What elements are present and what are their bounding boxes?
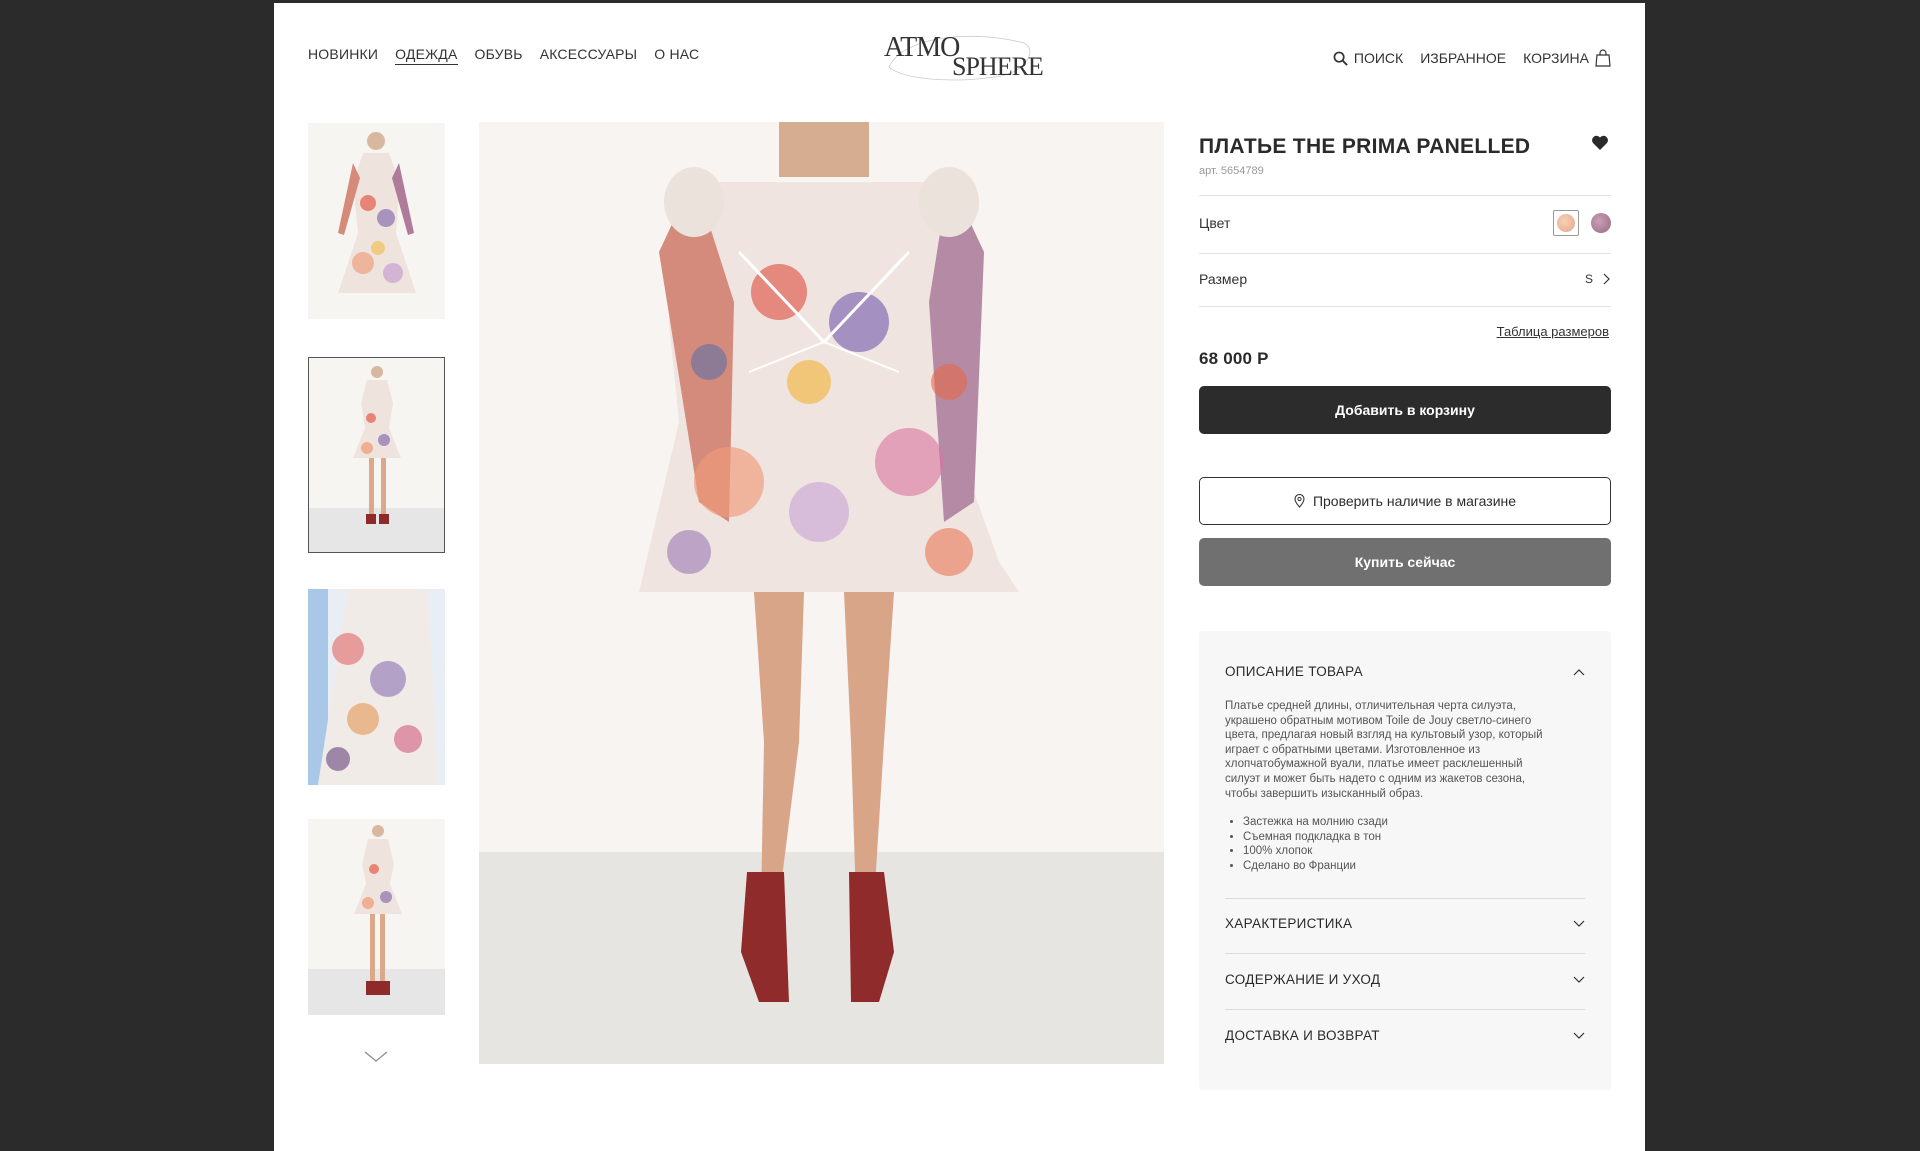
- description-line: Платье средней длины, отличительная черт…: [1225, 700, 1517, 712]
- description-line: играет с обратными цветами. Изготовленно…: [1225, 743, 1481, 756]
- product-page: НОВИНКИ ОДЕЖДА ОБУВЬ АКСЕССУАРЫ О НАС AT…: [274, 3, 1645, 1151]
- description-line: силуэт и может быть надето с одним из жа…: [1225, 772, 1526, 785]
- divider: [1199, 195, 1611, 196]
- product-main-image[interactable]: [479, 122, 1164, 1064]
- favorite-button[interactable]: [1591, 135, 1609, 156]
- main-nav: НОВИНКИ ОДЕЖДА ОБУВЬ АКСЕССУАРЫ О НАС: [308, 46, 699, 65]
- buy-now-button[interactable]: Купить сейчас: [1199, 538, 1611, 586]
- nav-item-accessories[interactable]: АКСЕССУАРЫ: [540, 46, 638, 65]
- description-line: хлопчатобумажной вуали, платье имеет рас…: [1225, 758, 1523, 771]
- bag-icon: [1595, 49, 1611, 67]
- search-label: ПОИСК: [1353, 50, 1404, 66]
- search-icon: [1333, 51, 1348, 66]
- check-store-label: Проверить наличие в магазине: [1312, 493, 1517, 509]
- accordion-description-title: ОПИСАНИЕ ТОВАРА: [1225, 664, 1363, 679]
- product-features: Застежка на молнию сзади Съемная подклад…: [1225, 815, 1603, 873]
- chevron-down-icon: [1573, 976, 1585, 983]
- heart-icon: [1592, 135, 1608, 150]
- feature-item: Сделано во Франции: [1243, 859, 1603, 874]
- svg-text:ATMO: ATMO: [884, 32, 960, 63]
- description-line: украшено обратным мотивом Toile de Jouy …: [1225, 714, 1532, 727]
- product-price: 68 000 Р: [1199, 349, 1269, 368]
- feature-item: Застежка на молнию сзади: [1243, 815, 1603, 830]
- description-line: чтобы завершить изысканный образ.: [1225, 787, 1424, 800]
- divider: [1225, 1009, 1585, 1010]
- accordion-specs-title: ХАРАКТЕРИСТИКА: [1225, 916, 1353, 931]
- brand-logo[interactable]: ATMO SPHERE: [874, 25, 1044, 85]
- chevron-down-icon: [1573, 920, 1585, 927]
- map-pin-icon: [1294, 494, 1305, 508]
- chevron-down-icon: [364, 1051, 388, 1062]
- accordion-specs-header[interactable]: ХАРАКТЕРИСТИКА: [1225, 916, 1585, 931]
- size-selector[interactable]: Размер S: [1199, 264, 1611, 294]
- add-to-cart-button[interactable]: Добавить в корзину: [1199, 386, 1611, 434]
- product-sku: арт. 5654789: [1199, 165, 1264, 177]
- thumbnails-scroll-down[interactable]: [364, 1050, 388, 1068]
- product-title: ПЛАТЬЕ THE PRIMA PANELLED: [1199, 135, 1531, 158]
- accordion-description-header[interactable]: ОПИСАНИЕ ТОВАРА: [1225, 664, 1585, 679]
- chevron-down-icon: [1573, 1032, 1585, 1039]
- nav-item-about[interactable]: О НАС: [654, 46, 699, 65]
- accordion-care-title: СОДЕРЖАНИЕ И УХОД: [1225, 972, 1381, 987]
- chevron-right-icon: [1603, 273, 1610, 285]
- thumbnail-4[interactable]: [308, 819, 445, 1015]
- feature-item: 100% хлопок: [1243, 844, 1603, 859]
- size-table-link[interactable]: Таблица размеров: [1497, 324, 1609, 339]
- favorites-label: ИЗБРАННОЕ: [1420, 50, 1507, 66]
- thumbnail-3[interactable]: [308, 589, 445, 785]
- feature-item: Съемная подкладка в тон: [1243, 830, 1603, 845]
- color-row: Цвет: [1199, 208, 1611, 238]
- check-store-button[interactable]: Проверить наличие в магазине: [1199, 477, 1611, 525]
- nav-item-new[interactable]: НОВИНКИ: [308, 46, 378, 65]
- accordion-delivery-header[interactable]: ДОСТАВКА И ВОЗВРАТ: [1225, 1028, 1585, 1043]
- size-label: Размер: [1199, 271, 1248, 287]
- divider: [1199, 306, 1611, 307]
- accordion-delivery-title: ДОСТАВКА И ВОЗВРАТ: [1225, 1028, 1380, 1043]
- search-button[interactable]: ПОИСК: [1333, 50, 1403, 66]
- nav-item-shoes[interactable]: ОБУВЬ: [475, 46, 523, 65]
- description-line: цвета, предлагая новый взгляд на культов…: [1225, 729, 1543, 742]
- divider: [1199, 253, 1611, 254]
- product-panel: ПЛАТЬЕ THE PRIMA PANELLED арт. 5654789 Ц…: [1199, 123, 1611, 1090]
- svg-text:SPHERE: SPHERE: [952, 52, 1043, 81]
- chevron-up-icon: [1573, 668, 1585, 675]
- buy-now-label: Купить сейчас: [1354, 554, 1456, 570]
- accordion-care-header[interactable]: СОДЕРЖАНИЕ И УХОД: [1225, 972, 1585, 987]
- thumbnail-2[interactable]: [308, 357, 445, 553]
- color-swatch-2[interactable]: [1591, 213, 1611, 233]
- color-swatch-1[interactable]: [1553, 210, 1579, 236]
- header-actions: ПОИСК ИЗБРАННОЕ КОРЗИНА: [1333, 49, 1611, 67]
- divider: [1225, 898, 1585, 899]
- cart-link[interactable]: КОРЗИНА: [1523, 49, 1611, 67]
- cart-label: КОРЗИНА: [1523, 50, 1589, 66]
- thumbnail-1[interactable]: [308, 123, 445, 319]
- color-label: Цвет: [1199, 215, 1231, 231]
- nav-item-clothing[interactable]: ОДЕЖДА: [395, 46, 458, 65]
- size-value: S: [1584, 272, 1593, 286]
- product-accordion: ОПИСАНИЕ ТОВАРА Платье средней длины, от…: [1199, 631, 1611, 1090]
- add-to-cart-label: Добавить в корзину: [1335, 402, 1475, 418]
- divider: [1225, 953, 1585, 954]
- favorites-link[interactable]: ИЗБРАННОЕ: [1420, 50, 1506, 66]
- product-description: Платье средней длины, отличительная черт…: [1225, 699, 1585, 801]
